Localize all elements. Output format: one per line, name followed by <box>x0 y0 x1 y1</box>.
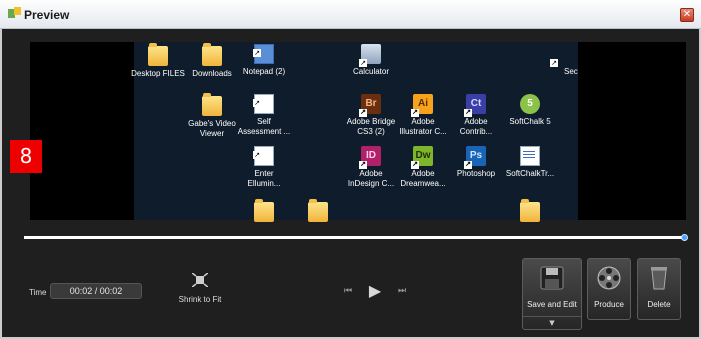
produce-label: Produce <box>594 300 624 309</box>
folder-icon <box>308 199 328 222</box>
desktop-icon-label: Self Assessment ... <box>237 117 291 136</box>
folder-icon <box>148 43 168 66</box>
play-icon[interactable]: ▶ <box>364 283 386 299</box>
playhead-handle[interactable] <box>681 234 688 241</box>
shortcut-icon <box>550 44 572 67</box>
film-reel-icon <box>597 266 621 290</box>
adobe-indesign-icon: ID <box>359 146 381 169</box>
adobe-contribute-icon: Ct <box>464 94 486 117</box>
shrink-icon <box>191 272 209 288</box>
floppy-disk-icon <box>540 266 564 290</box>
title-bar: Preview ✕ <box>0 0 701 29</box>
trash-icon <box>651 267 667 290</box>
desktop-icon: Notepad (2) <box>232 44 296 77</box>
delete-label: Delete <box>647 300 671 309</box>
desktop-icon-label: SoftChalk 5 <box>509 117 551 126</box>
timeline-scrubber[interactable] <box>24 236 686 239</box>
step-number-badge: 8 <box>10 140 42 173</box>
desktop-icon-label: Calculator <box>352 67 389 76</box>
adobe-illustrator-icon: Ai <box>411 94 433 117</box>
rewind-icon[interactable]: ⏮ <box>340 283 356 299</box>
desktop-icon-label: Enter Ellumin... <box>247 169 281 188</box>
desktop-icon <box>498 199 562 225</box>
fast-forward-icon[interactable]: ⏭ <box>394 283 410 299</box>
desktop-icon <box>286 199 350 225</box>
delete-button[interactable]: Delete <box>637 258 681 320</box>
photoshop-icon: Ps <box>464 146 486 169</box>
softchalk-icon: 5 <box>520 94 540 114</box>
folder-icon <box>202 43 222 66</box>
desktop-icon: EnterEllumin... <box>232 146 296 189</box>
calculator-icon <box>359 44 381 67</box>
save-and-edit-label: Save and Edit <box>527 300 577 309</box>
desktop-icon-label: Notepad (2) <box>242 67 286 76</box>
timeline-progress <box>24 236 686 239</box>
transport-controls: ⏮ ▶ ⏭ <box>340 283 412 299</box>
time-display: 00:02 / 00:02 <box>50 283 142 299</box>
folder-icon <box>254 199 274 222</box>
chevron-down-icon[interactable]: ▼ <box>523 316 581 329</box>
recorded-desktop: Desktop FILES Downloads Notepad (2) Calc… <box>131 42 578 222</box>
desktop-icon: 5 SoftChalk 5 <box>498 94 562 127</box>
window-title: Preview <box>24 8 70 22</box>
close-button[interactable]: ✕ <box>680 8 694 22</box>
desktop-icon: Calculator <box>339 44 403 77</box>
softchalk-doc-icon <box>520 146 540 166</box>
folder-icon <box>202 93 222 116</box>
adobe-dreamweaver-icon: Dw <box>411 146 433 169</box>
notepad-icon <box>253 44 274 64</box>
desktop-icon-label: Sec <box>564 67 578 76</box>
adobe-bridge-icon: Br <box>359 94 381 117</box>
time-label: Time <box>29 288 47 297</box>
produce-button[interactable]: Produce <box>587 258 631 320</box>
word-doc-icon <box>253 146 274 166</box>
desktop-icon-label: SoftChalkTr... <box>505 169 555 178</box>
desktop-icon: SoftChalkTr... <box>498 146 562 179</box>
app-icon <box>8 7 21 18</box>
save-and-edit-button[interactable]: Save and Edit ▼ <box>522 258 582 330</box>
word-doc-icon <box>253 94 274 114</box>
desktop-icon: SelfAssessment ... <box>232 94 296 137</box>
desktop-icon: Sec <box>546 44 578 77</box>
folder-icon <box>520 199 540 222</box>
shrink-to-fit-button[interactable]: Shrink to Fit <box>175 272 225 304</box>
shrink-to-fit-label: Shrink to Fit <box>178 295 222 304</box>
